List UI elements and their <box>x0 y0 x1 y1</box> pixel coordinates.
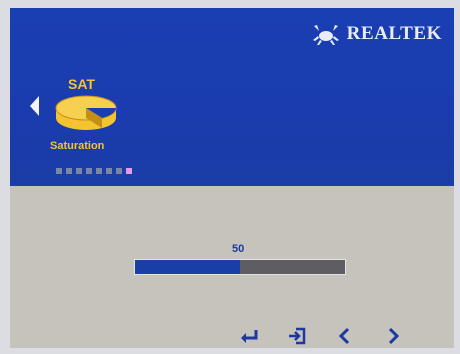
crab-logo-icon <box>312 25 339 45</box>
page-dot <box>96 168 102 174</box>
page-dot <box>106 168 112 174</box>
page-dot <box>86 168 92 174</box>
triangle-left-icon[interactable] <box>30 96 39 116</box>
previous-icon[interactable] <box>334 326 356 346</box>
menu-item-saturation[interactable]: SAT Saturation <box>50 74 130 164</box>
menu-header-panel: REALTEK SAT Saturation <box>10 8 454 186</box>
menu-item-caption: Saturation <box>50 140 105 152</box>
page-dot <box>116 168 122 174</box>
saturation-slider[interactable] <box>134 259 346 275</box>
page-dot <box>76 168 82 174</box>
brand-name: REALTEK <box>346 23 442 44</box>
page-indicator <box>56 168 132 174</box>
control-bar <box>238 326 404 346</box>
slider-value: 50 <box>232 243 245 255</box>
enter-icon[interactable] <box>238 326 260 346</box>
page-dot-active <box>126 168 132 174</box>
page-dot <box>56 168 62 174</box>
saturation-icon <box>55 95 117 130</box>
next-icon[interactable] <box>382 326 404 346</box>
osd-menu: REALTEK SAT Saturation 50 <box>10 8 454 348</box>
saturation-slider-fill <box>135 260 240 274</box>
menu-item-short-label: SAT <box>68 76 95 92</box>
exit-icon[interactable] <box>286 326 308 346</box>
brand: REALTEK <box>311 22 442 46</box>
page-dot <box>66 168 72 174</box>
monitor-screen: REALTEK SAT Saturation 50 <box>0 0 460 354</box>
